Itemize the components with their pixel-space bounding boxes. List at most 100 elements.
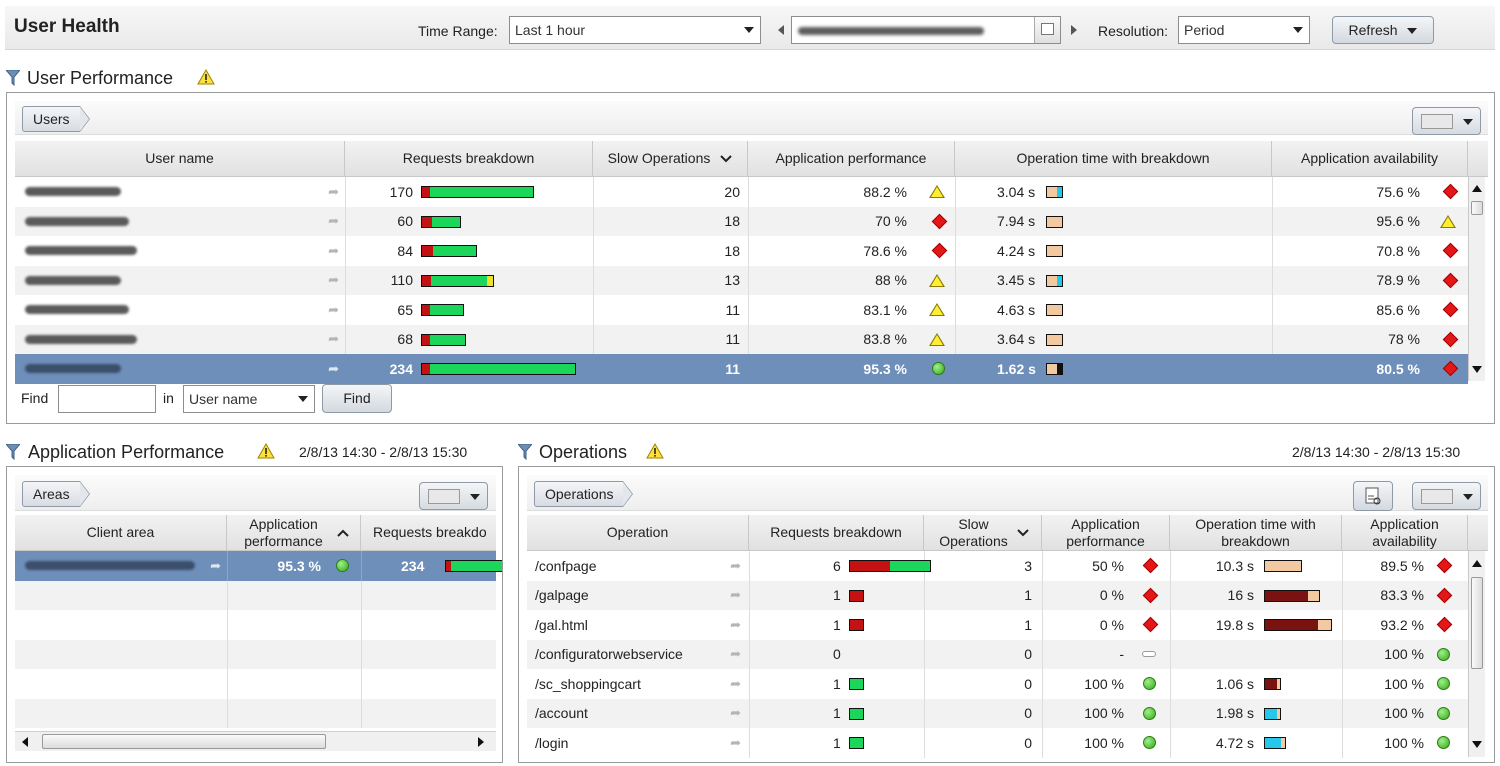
scroll-up-arrow-icon[interactable] [1472,560,1482,567]
drilldown-link-icon[interactable]: ➦ [328,243,339,259]
table-row[interactable]: ➦ 234 11 95.3 % 1.62 s 80.5 % [15,354,1468,384]
operation-name-cell[interactable]: /confpage ➦ [527,551,749,581]
col-header-application-availability[interactable]: Application availability [1272,141,1468,176]
drilldown-link-icon[interactable]: ➦ [730,617,741,633]
scroll-down-arrow-icon[interactable] [1472,366,1482,373]
user-name-cell[interactable]: ➦ [15,207,345,237]
drilldown-link-icon[interactable]: ➦ [730,676,741,692]
table-row[interactable]: ➦ 110 13 88 % 3.45 s 78.9 % [15,265,1468,296]
view-options-button[interactable] [1412,107,1481,135]
col-header-slow-operations[interactable]: Slow Operations [593,141,748,176]
application-performance-value: 78.6 % [863,242,907,259]
scroll-down-arrow-icon[interactable] [1472,741,1482,748]
table-row[interactable]: /login ➦ 1 0 100 % 4.72 s 100 % [527,728,1468,758]
calendar-icon[interactable] [1034,17,1060,43]
drilldown-link-icon[interactable]: ➦ [730,735,741,751]
table-row[interactable]: /galpage ➦ 1 1 0 % 16 s 83.3 % [527,580,1468,611]
drilldown-link-icon[interactable]: ➦ [730,646,741,662]
drilldown-link-icon[interactable]: ➦ [328,272,339,288]
operation-name-cell[interactable]: /account ➦ [527,699,749,729]
user-name-cell[interactable]: ➦ [15,295,345,325]
table-row[interactable]: ➦ 84 18 78.6 % 4.24 s 70.8 % [15,236,1468,266]
redacted-user-name [25,364,121,374]
red-diamond-icon [931,242,948,259]
drilldown-link-icon[interactable]: ➦ [328,331,339,347]
breadcrumb-operations[interactable]: Operations [534,481,635,507]
table-row[interactable]: /confpage ➦ 6 3 50 % 10.3 s 89.5 % [527,551,1468,581]
col-header-requests-breakdown[interactable]: Requests breakdo [361,515,502,550]
filter-funnel-icon[interactable] [6,444,20,460]
find-field-select[interactable]: User name [183,385,315,413]
scroll-up-arrow-icon[interactable] [1472,185,1482,192]
user-name-cell[interactable]: ➦ [15,236,345,266]
col-header-operation-time[interactable]: Operation time with breakdown [955,141,1272,176]
ok-requests-segment [431,216,460,227]
slow-operations-cell: 11 [593,325,748,355]
col-header-slow-operations[interactable]: Slow Operations [924,515,1042,550]
table-row[interactable]: ➦ 65 11 83.1 % 4.63 s 85.6 % [15,295,1468,325]
resolution-select[interactable]: Period [1178,16,1310,44]
application-availability-value: 100 % [1384,705,1424,722]
client-area-cell[interactable]: ➦ [15,551,227,581]
operation-name-cell[interactable]: /configuratorwebservice ➦ [527,640,749,670]
col-header-application-performance[interactable]: Application performance [748,141,955,176]
time-range-select[interactable]: Last 1 hour [509,16,761,44]
table-row[interactable]: ➦ 95.3 % 234 [15,551,502,581]
drilldown-link-icon[interactable]: ➦ [328,213,339,229]
col-header-application-availability[interactable]: Application availability [1342,515,1468,550]
scroll-thumb[interactable] [1471,201,1483,215]
export-report-button[interactable] [1353,481,1393,511]
scroll-right-arrow-icon[interactable] [478,737,484,747]
operation-name-cell[interactable]: /login ➦ [527,728,749,758]
drilldown-link-icon[interactable]: ➦ [328,361,339,377]
refresh-button[interactable]: Refresh [1332,16,1434,44]
operation-name-cell[interactable]: /gal.html ➦ [527,610,749,640]
filter-funnel-icon[interactable] [518,444,532,460]
drilldown-link-icon[interactable]: ➦ [730,558,741,574]
table-row[interactable]: /gal.html ➦ 1 1 0 % 19.8 s 93.2 % [527,610,1468,640]
table-row[interactable]: /configuratorwebservice ➦ 0 0 - 100 % [527,639,1468,670]
table-row[interactable]: ➦ 170 20 88.2 % 3.04 s 75.6 % [15,177,1468,207]
scroll-thumb[interactable] [1471,577,1483,669]
previous-period-arrow-icon[interactable] [778,25,784,35]
operation-name-cell[interactable]: /sc_shoppingcart ➦ [527,669,749,699]
table-row[interactable]: ➦ 68 11 83.8 % 3.64 s 78 % [15,324,1468,355]
breadcrumb-users[interactable]: Users [22,106,90,132]
user-name-cell[interactable]: ➦ [15,354,345,384]
col-header-application-performance[interactable]: Application performance [1042,515,1170,550]
next-period-arrow-icon[interactable] [1071,25,1077,35]
areas-horizontal-scrollbar[interactable] [15,731,496,751]
drilldown-link-icon[interactable]: ➦ [730,705,741,721]
user-table-scrollbar[interactable] [1468,177,1485,381]
table-row[interactable]: ➦ 60 18 70 % 7.94 s 95.6 % [15,206,1468,237]
col-header-application-performance[interactable]: Application performance [227,515,361,550]
application-availability-cell: 100 % [1342,699,1468,729]
date-range-input[interactable] [791,16,1061,44]
view-options-button[interactable] [1412,482,1481,510]
operations-table-scrollbar[interactable] [1468,551,1485,757]
operation-name-cell[interactable]: /galpage ➦ [527,581,749,611]
table-row[interactable]: /sc_shoppingcart ➦ 1 0 100 % 1.06 s 100 % [527,669,1468,699]
col-header-requests-breakdown[interactable]: Requests breakdown [749,515,924,550]
user-name-cell[interactable]: ➦ [15,266,345,296]
drilldown-link-icon[interactable]: ➦ [328,184,339,200]
find-input[interactable] [58,385,156,413]
scroll-left-arrow-icon[interactable] [22,737,28,747]
find-button[interactable]: Find [322,384,392,413]
drilldown-link-icon[interactable]: ➦ [210,558,221,574]
col-header-operation-time[interactable]: Operation time with breakdown [1170,515,1342,550]
table-row[interactable]: /account ➦ 1 0 100 % 1.98 s 100 % [527,698,1468,729]
col-header-operation[interactable]: Operation [527,515,749,550]
drilldown-link-icon[interactable]: ➦ [328,302,339,318]
time-segment-peach [1277,708,1280,719]
view-options-button[interactable] [419,482,488,510]
user-name-cell[interactable]: ➦ [15,177,345,207]
filter-funnel-icon[interactable] [6,70,20,86]
col-header-client-area[interactable]: Client area [15,515,227,550]
user-name-cell[interactable]: ➦ [15,325,345,355]
horizontal-scroll-thumb[interactable] [42,734,326,749]
col-header-requests-breakdown[interactable]: Requests breakdown [345,141,593,176]
breadcrumb-areas[interactable]: Areas [22,481,90,507]
col-header-user-name[interactable]: User name [15,141,345,176]
drilldown-link-icon[interactable]: ➦ [730,587,741,603]
